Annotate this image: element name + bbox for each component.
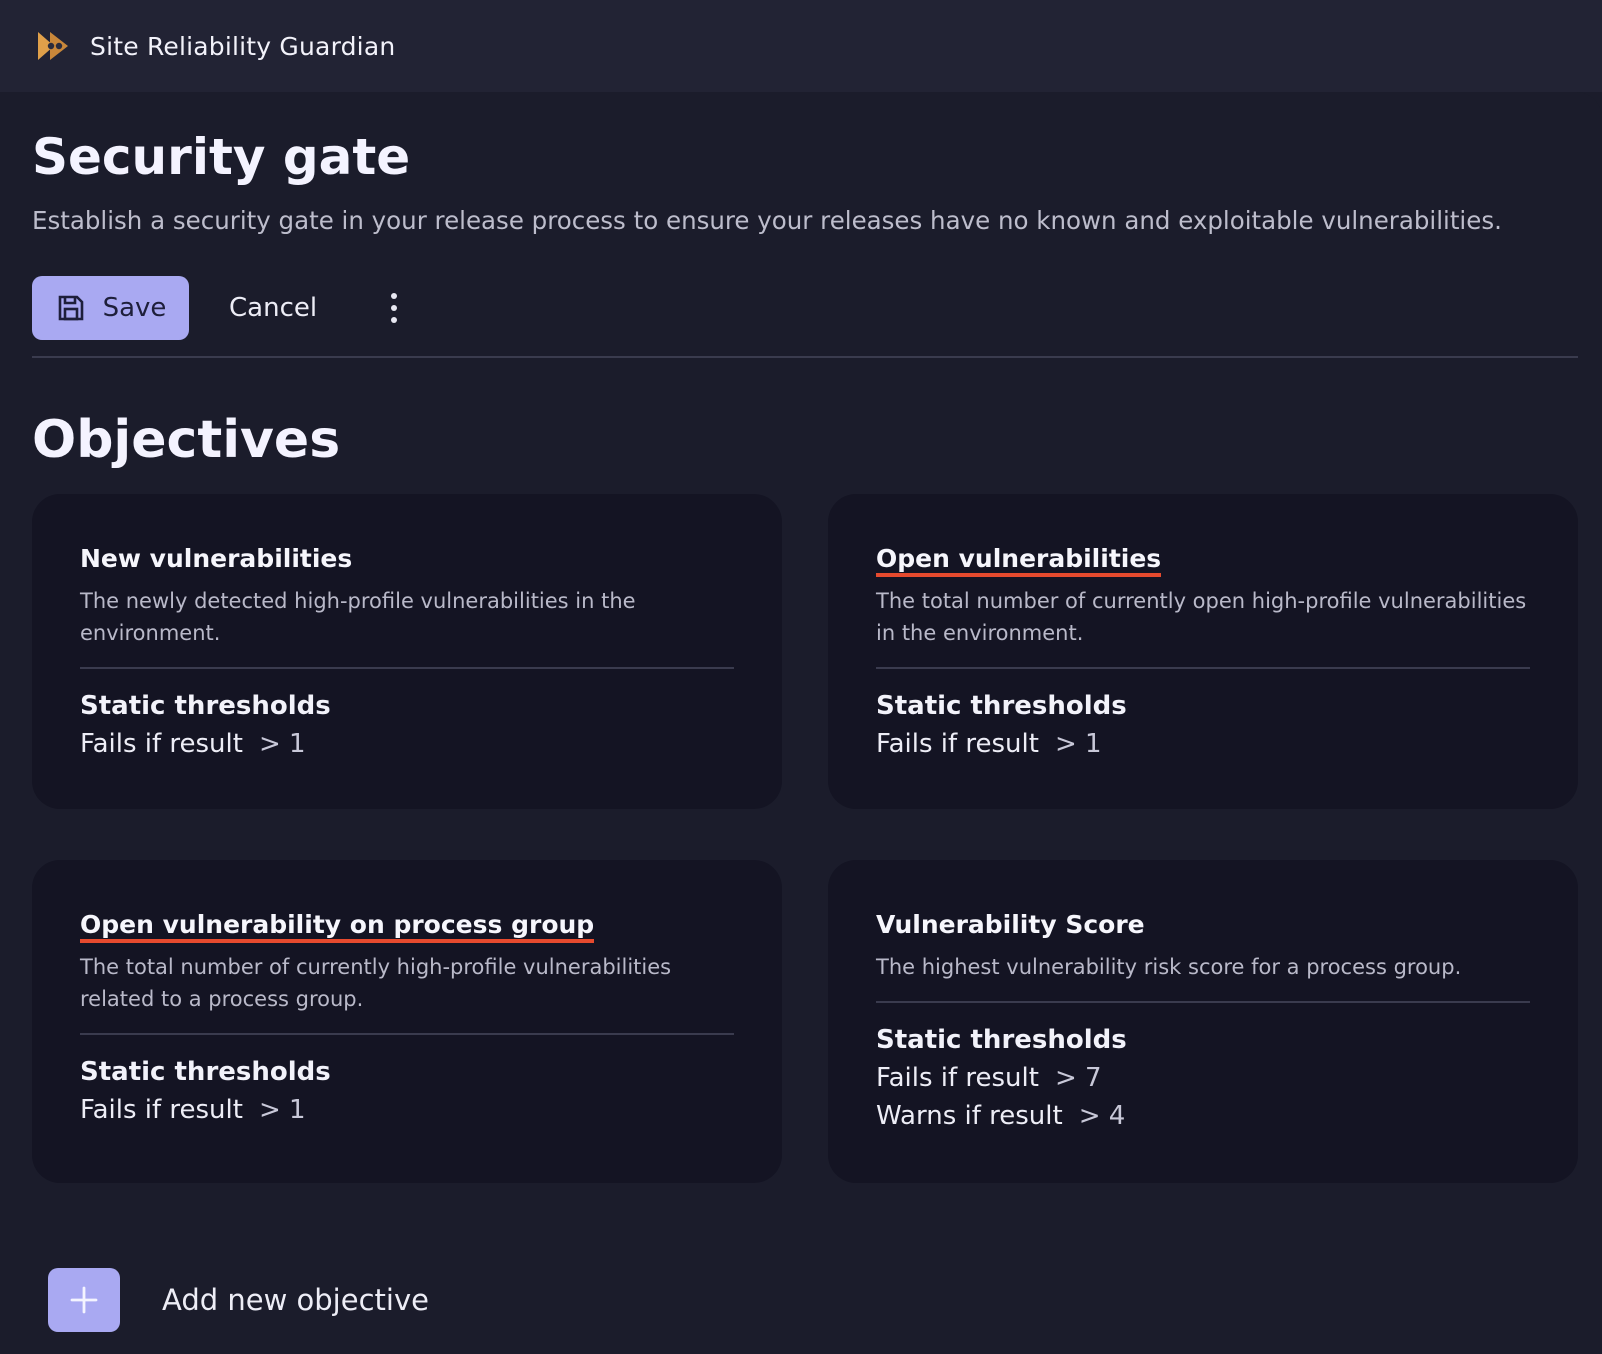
thresholds-title: Static thresholds: [876, 691, 1127, 721]
toolbar-divider: [32, 356, 1578, 358]
objective-title: Open vulnerabilities: [876, 544, 1162, 577]
objective-description: The total number of currently open high-…: [876, 589, 1527, 645]
card-divider: [876, 1001, 1530, 1003]
app-header: Site Reliability Guardian: [0, 0, 1602, 92]
objective-title: New vulnerabilities: [80, 544, 353, 573]
card-divider: [876, 667, 1530, 669]
objective-card-new-vulnerabilities[interactable]: New vulnerabilities The newly detected h…: [32, 494, 782, 809]
objective-description: The highest vulnerability risk score for…: [876, 955, 1462, 979]
thresholds-title: Static thresholds: [80, 691, 331, 721]
warn-value: > 4: [1078, 1101, 1126, 1131]
objective-card-vulnerability-score[interactable]: Vulnerability Score The highest vulnerab…: [828, 860, 1578, 1183]
objective-card-open-vulnerabilities[interactable]: Open vulnerabilities The total number of…: [828, 494, 1578, 809]
fail-label: Fails if result: [80, 1095, 243, 1125]
save-icon: [58, 295, 83, 321]
objective-card-open-vulnerability-process-group[interactable]: Open vulnerability on process group The …: [32, 860, 782, 1183]
fail-label: Fails if result: [876, 1063, 1039, 1093]
fail-value: > 1: [1054, 729, 1102, 759]
fail-threshold: Fails if result > 1: [876, 729, 1530, 759]
fail-value: > 1: [258, 1095, 306, 1125]
objective-description: The total number of currently high-profi…: [80, 955, 672, 1011]
save-button[interactable]: Save: [32, 276, 189, 340]
app-logo-icon: [38, 32, 68, 60]
plus-icon: [70, 1286, 98, 1314]
add-objective-label: Add new objective: [162, 1283, 429, 1317]
thresholds-title: Static thresholds: [80, 1057, 331, 1087]
fail-threshold: Fails if result > 1: [80, 729, 734, 759]
save-label: Save: [102, 293, 167, 323]
warn-threshold: Warns if result > 4: [876, 1101, 1530, 1131]
fail-label: Fails if result: [876, 729, 1039, 759]
app-title: Site Reliability Guardian: [90, 31, 396, 61]
objective-title: Vulnerability Score: [876, 910, 1145, 939]
main-content: Security gate Establish a security gate …: [0, 92, 1602, 1354]
toolbar: Save Cancel: [32, 276, 409, 340]
cancel-button[interactable]: Cancel: [229, 293, 317, 323]
fail-value: > 1: [258, 729, 306, 759]
fail-value: > 7: [1054, 1063, 1102, 1093]
card-divider: [80, 667, 734, 669]
fail-label: Fails if result: [80, 729, 243, 759]
add-objective-row[interactable]: Add new objective: [48, 1268, 429, 1332]
page-title: Security gate: [32, 128, 411, 186]
fail-threshold: Fails if result > 7: [876, 1063, 1530, 1093]
more-vertical-icon[interactable]: [379, 288, 409, 328]
objective-title: Open vulnerability on process group: [80, 910, 595, 943]
objectives-title: Objectives: [32, 410, 341, 470]
page-description: Establish a security gate in your releas…: [32, 206, 1502, 235]
thresholds-title: Static thresholds: [876, 1025, 1127, 1055]
fail-threshold: Fails if result > 1: [80, 1095, 734, 1125]
warn-label: Warns if result: [876, 1101, 1063, 1131]
add-objective-button[interactable]: [48, 1268, 120, 1332]
card-divider: [80, 1033, 734, 1035]
objective-description: The newly detected high-profile vulnerab…: [80, 589, 636, 645]
